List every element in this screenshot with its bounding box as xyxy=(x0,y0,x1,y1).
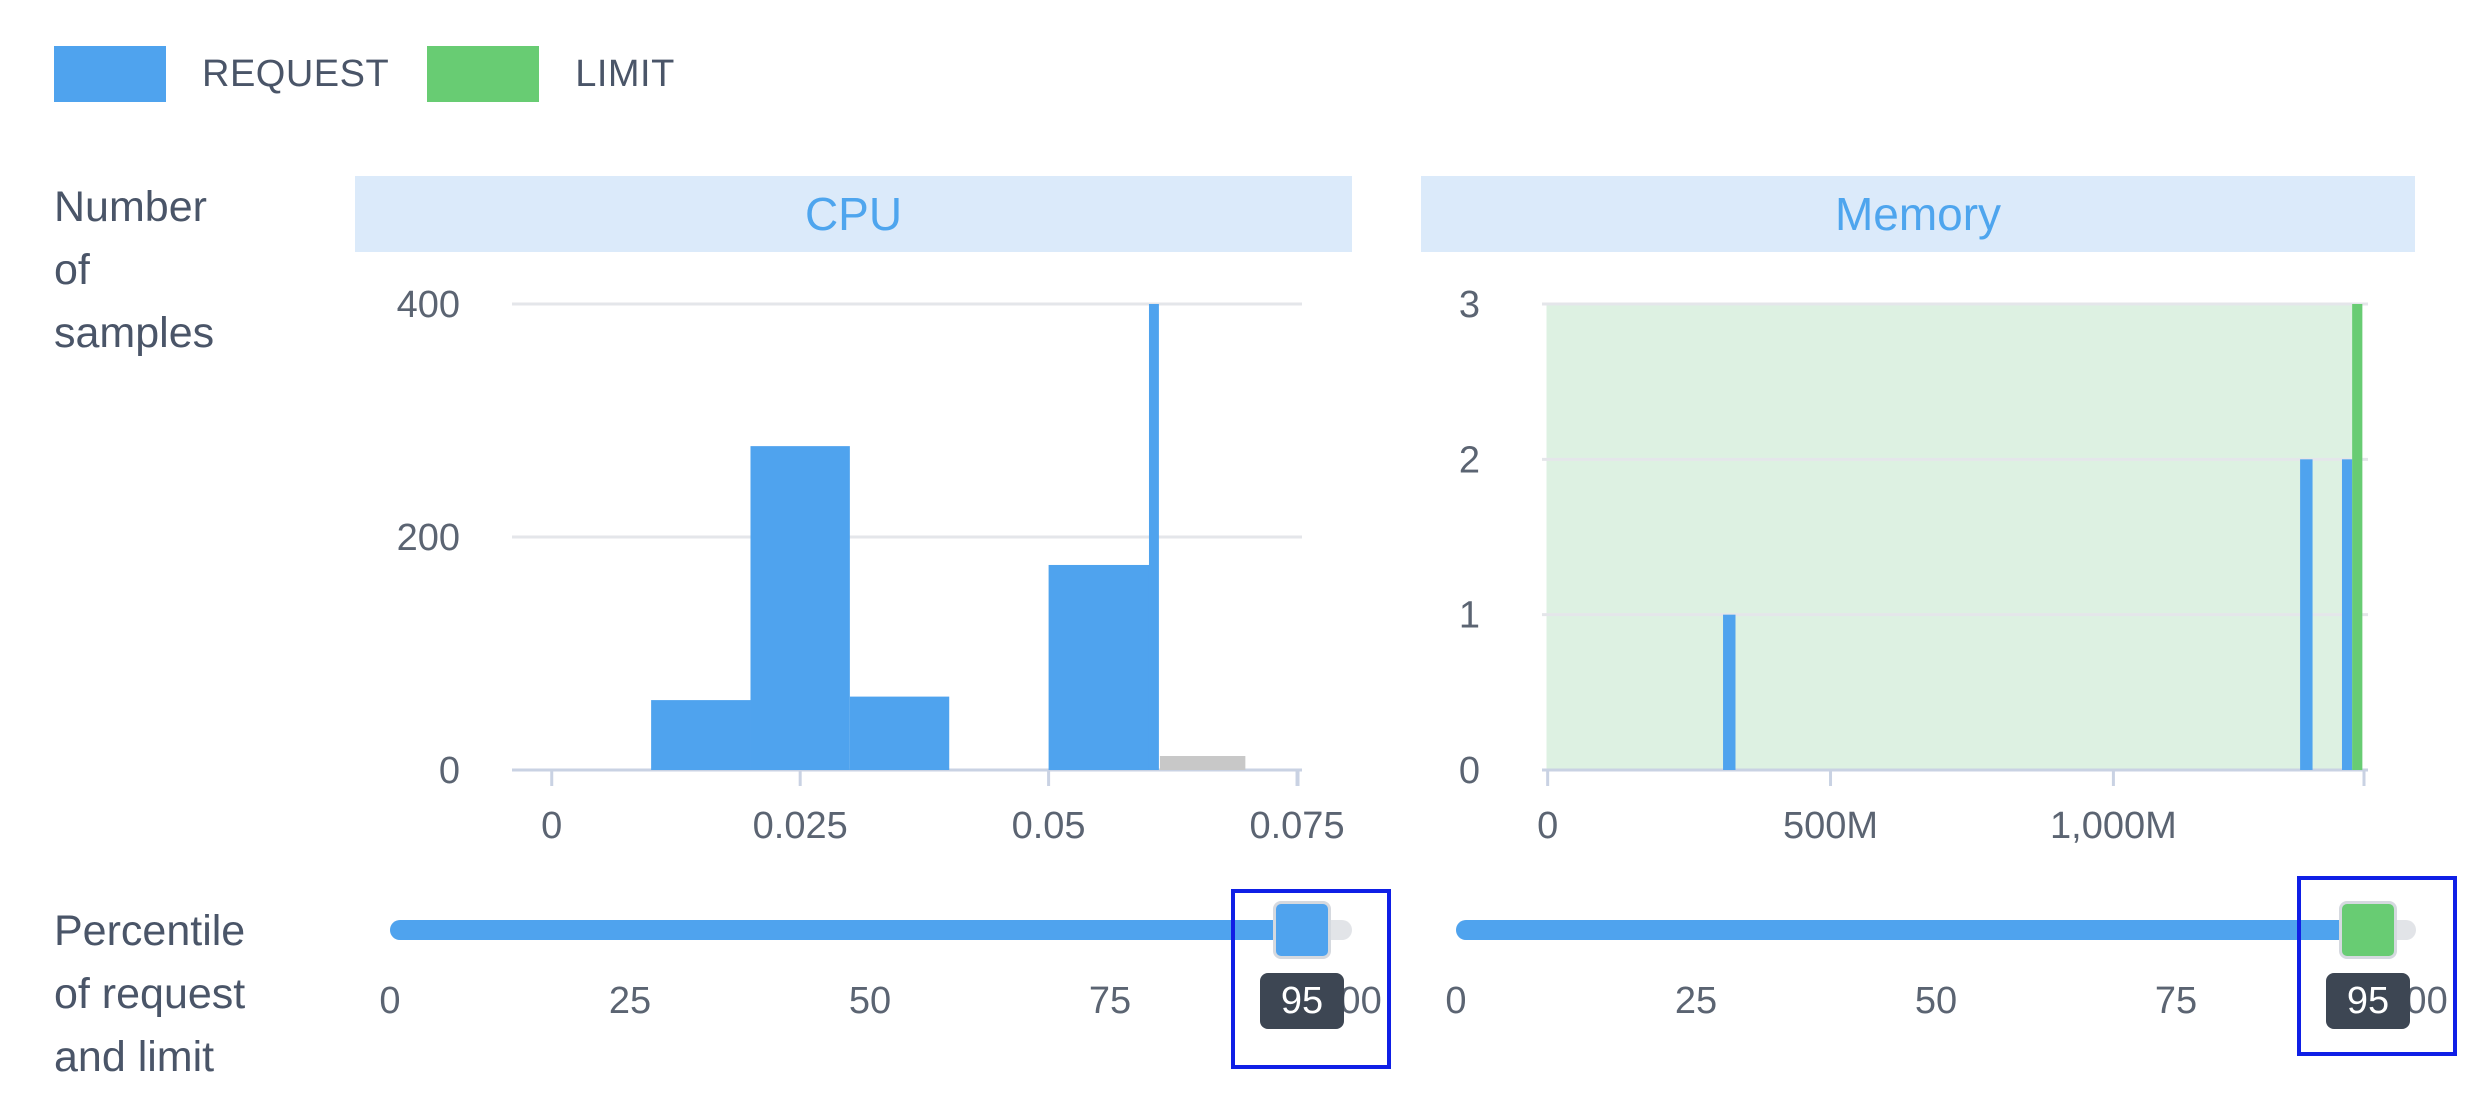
cpu-slider-tick: 25 xyxy=(608,980,652,1022)
memory-bar xyxy=(1723,614,1736,770)
cpu-slider-tick: 0 xyxy=(379,980,401,1022)
cpu-y-tick-label: 400 xyxy=(397,284,460,326)
cpu-bar xyxy=(1048,564,1158,770)
memory-x-tick-label: 1,000M xyxy=(2050,805,2177,847)
cpu-slider-tick: 50 xyxy=(848,980,892,1022)
cpu-bar xyxy=(1159,756,1246,770)
cpu-x-tick-label: 0.025 xyxy=(753,805,848,847)
memory-x-tick-label: 0 xyxy=(1537,805,1558,847)
memory-slider-fill xyxy=(1456,920,2368,940)
memory-y-tick-label: 0 xyxy=(1459,750,1480,792)
histogram-charts: 0 200 400 0 0.025 0.05 0.075 0 1 2 3 0 500M 1,000M xyxy=(397,284,2368,847)
slider-row-label: Percentile of request and limit xyxy=(54,900,245,1089)
row-label-line: of request xyxy=(54,970,246,1018)
memory-bar xyxy=(2352,304,2363,770)
row-label-line: and limit xyxy=(54,1033,215,1081)
memory-slider-tick: 50 xyxy=(1914,980,1958,1022)
cpu-bar xyxy=(1148,304,1159,770)
row-label-line: Percentile xyxy=(54,907,246,955)
memory-slider-tick: 0 xyxy=(1445,980,1467,1022)
memory-slider-tick: 25 xyxy=(1674,980,1718,1022)
cpu-x-tick-label: 0 xyxy=(541,805,562,847)
cpu-x-tick-label: 0.075 xyxy=(1249,805,1344,847)
memory-y-tick-label: 2 xyxy=(1459,439,1480,481)
memory-y-tick-label: 1 xyxy=(1459,595,1480,637)
memory-bar xyxy=(2300,459,2313,770)
memory-shaded-region xyxy=(1546,304,2363,770)
cpu-slider-fill xyxy=(390,920,1302,940)
cpu-slider-focus-box xyxy=(1231,889,1391,1069)
cpu-y-tick-label: 0 xyxy=(439,750,460,792)
memory-bar xyxy=(2341,459,2353,770)
cpu-bar xyxy=(651,700,751,770)
memory-slider-focus-box xyxy=(2297,876,2457,1056)
cpu-bar xyxy=(849,696,950,770)
memory-x-tick-label: 500M xyxy=(1783,805,1878,847)
cpu-x-tick-label: 0.05 xyxy=(1012,805,1086,847)
memory-y-tick-label: 3 xyxy=(1459,284,1480,326)
cpu-slider-tick: 75 xyxy=(1088,980,1132,1022)
memory-slider-tick: 75 xyxy=(2154,980,2198,1022)
cpu-y-tick-label: 200 xyxy=(397,517,460,559)
cpu-bar xyxy=(750,446,850,770)
